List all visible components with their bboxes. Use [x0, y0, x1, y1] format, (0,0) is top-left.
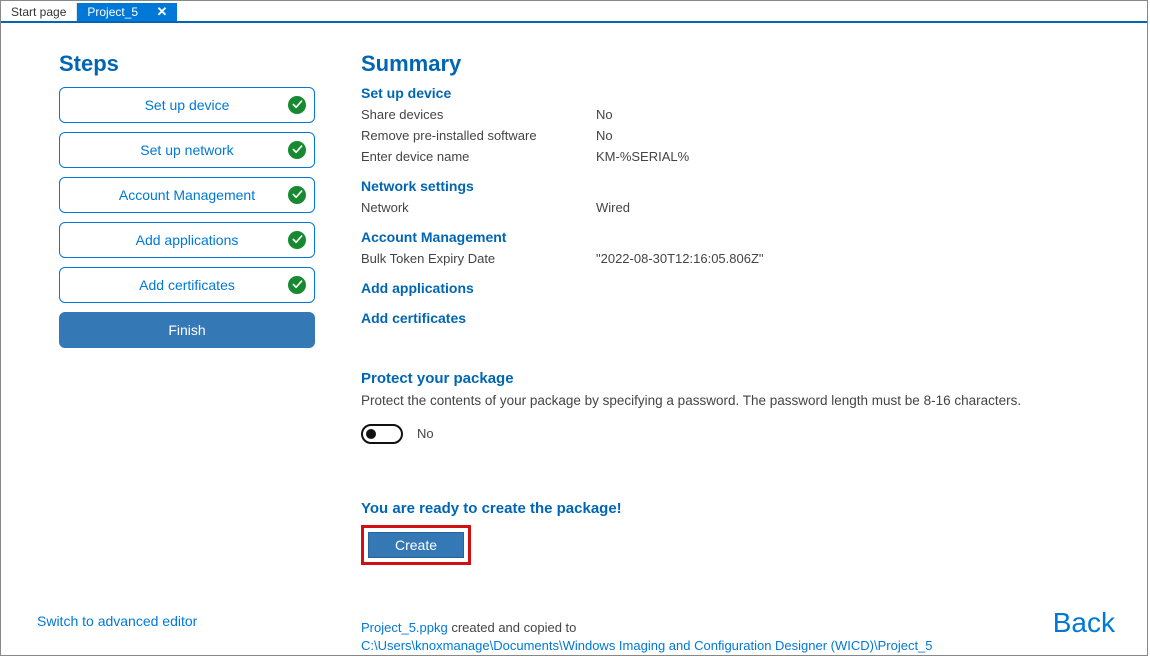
- tab-bar: Start page Project_5 ✕: [1, 1, 1147, 23]
- tab-label: Start page: [11, 5, 66, 19]
- step-label: Set up device: [145, 97, 230, 113]
- protect-toggle-label: No: [417, 426, 434, 441]
- summary-value: "2022-08-30T12:16:05.806Z": [596, 251, 764, 266]
- check-icon: [288, 96, 306, 114]
- tab-label: Project_5: [87, 5, 146, 19]
- summary-key: Enter device name: [361, 149, 596, 164]
- summary-row: Remove pre-installed software No: [361, 128, 1117, 143]
- section-heading-network: Network settings: [361, 178, 1117, 194]
- check-icon: [288, 186, 306, 204]
- ready-heading: You are ready to create the package!: [361, 500, 1117, 517]
- protect-description: Protect the contents of your package by …: [361, 393, 1117, 408]
- summary-row: Network Wired: [361, 200, 1117, 215]
- step-finish: Finish: [59, 312, 315, 348]
- summary-title: Summary: [361, 51, 1117, 77]
- step-account-management[interactable]: Account Management: [59, 177, 315, 213]
- check-icon: [288, 231, 306, 249]
- section-heading-account: Account Management: [361, 229, 1117, 245]
- check-icon: [288, 141, 306, 159]
- step-label: Finish: [168, 322, 205, 338]
- step-add-applications[interactable]: Add applications: [59, 222, 315, 258]
- summary-value: No: [596, 128, 613, 143]
- step-set-up-device[interactable]: Set up device: [59, 87, 315, 123]
- summary-value: No: [596, 107, 613, 122]
- protect-toggle[interactable]: [361, 424, 403, 444]
- summary-row: Enter device name KM-%SERIAL%: [361, 149, 1117, 164]
- result-file: Project_5.ppkg: [361, 620, 448, 635]
- steps-title: Steps: [59, 51, 331, 77]
- back-button[interactable]: Back: [1053, 607, 1115, 639]
- summary-row: Share devices No: [361, 107, 1117, 122]
- step-label: Add applications: [136, 232, 239, 248]
- switch-to-advanced-editor[interactable]: Switch to advanced editor: [37, 613, 197, 629]
- summary-key: Share devices: [361, 107, 596, 122]
- summary-key: Network: [361, 200, 596, 215]
- check-icon: [288, 276, 306, 294]
- step-label: Account Management: [119, 187, 255, 203]
- tab-start-page[interactable]: Start page: [1, 3, 77, 21]
- section-heading-apps: Add applications: [361, 280, 1117, 296]
- result-mid: created and copied to: [448, 620, 577, 635]
- summary-key: Bulk Token Expiry Date: [361, 251, 596, 266]
- create-highlight: Create: [361, 525, 471, 565]
- step-set-up-network[interactable]: Set up network: [59, 132, 315, 168]
- summary-key: Remove pre-installed software: [361, 128, 596, 143]
- result-text: Project_5.ppkg created and copied to C:\…: [361, 619, 1117, 655]
- tab-project[interactable]: Project_5 ✕: [77, 3, 177, 21]
- result-path: C:\Users\knoxmanage\Documents\Windows Im…: [361, 638, 933, 653]
- step-label: Add certificates: [139, 277, 235, 293]
- summary-value: Wired: [596, 200, 630, 215]
- summary-value: KM-%SERIAL%: [596, 149, 689, 164]
- section-heading-device: Set up device: [361, 85, 1117, 101]
- protect-heading: Protect your package: [361, 370, 1117, 387]
- create-button[interactable]: Create: [368, 532, 464, 558]
- step-label: Set up network: [140, 142, 233, 158]
- section-heading-certs: Add certificates: [361, 310, 1117, 326]
- close-icon[interactable]: ✕: [156, 4, 167, 20]
- step-add-certificates[interactable]: Add certificates: [59, 267, 315, 303]
- summary-row: Bulk Token Expiry Date "2022-08-30T12:16…: [361, 251, 1117, 266]
